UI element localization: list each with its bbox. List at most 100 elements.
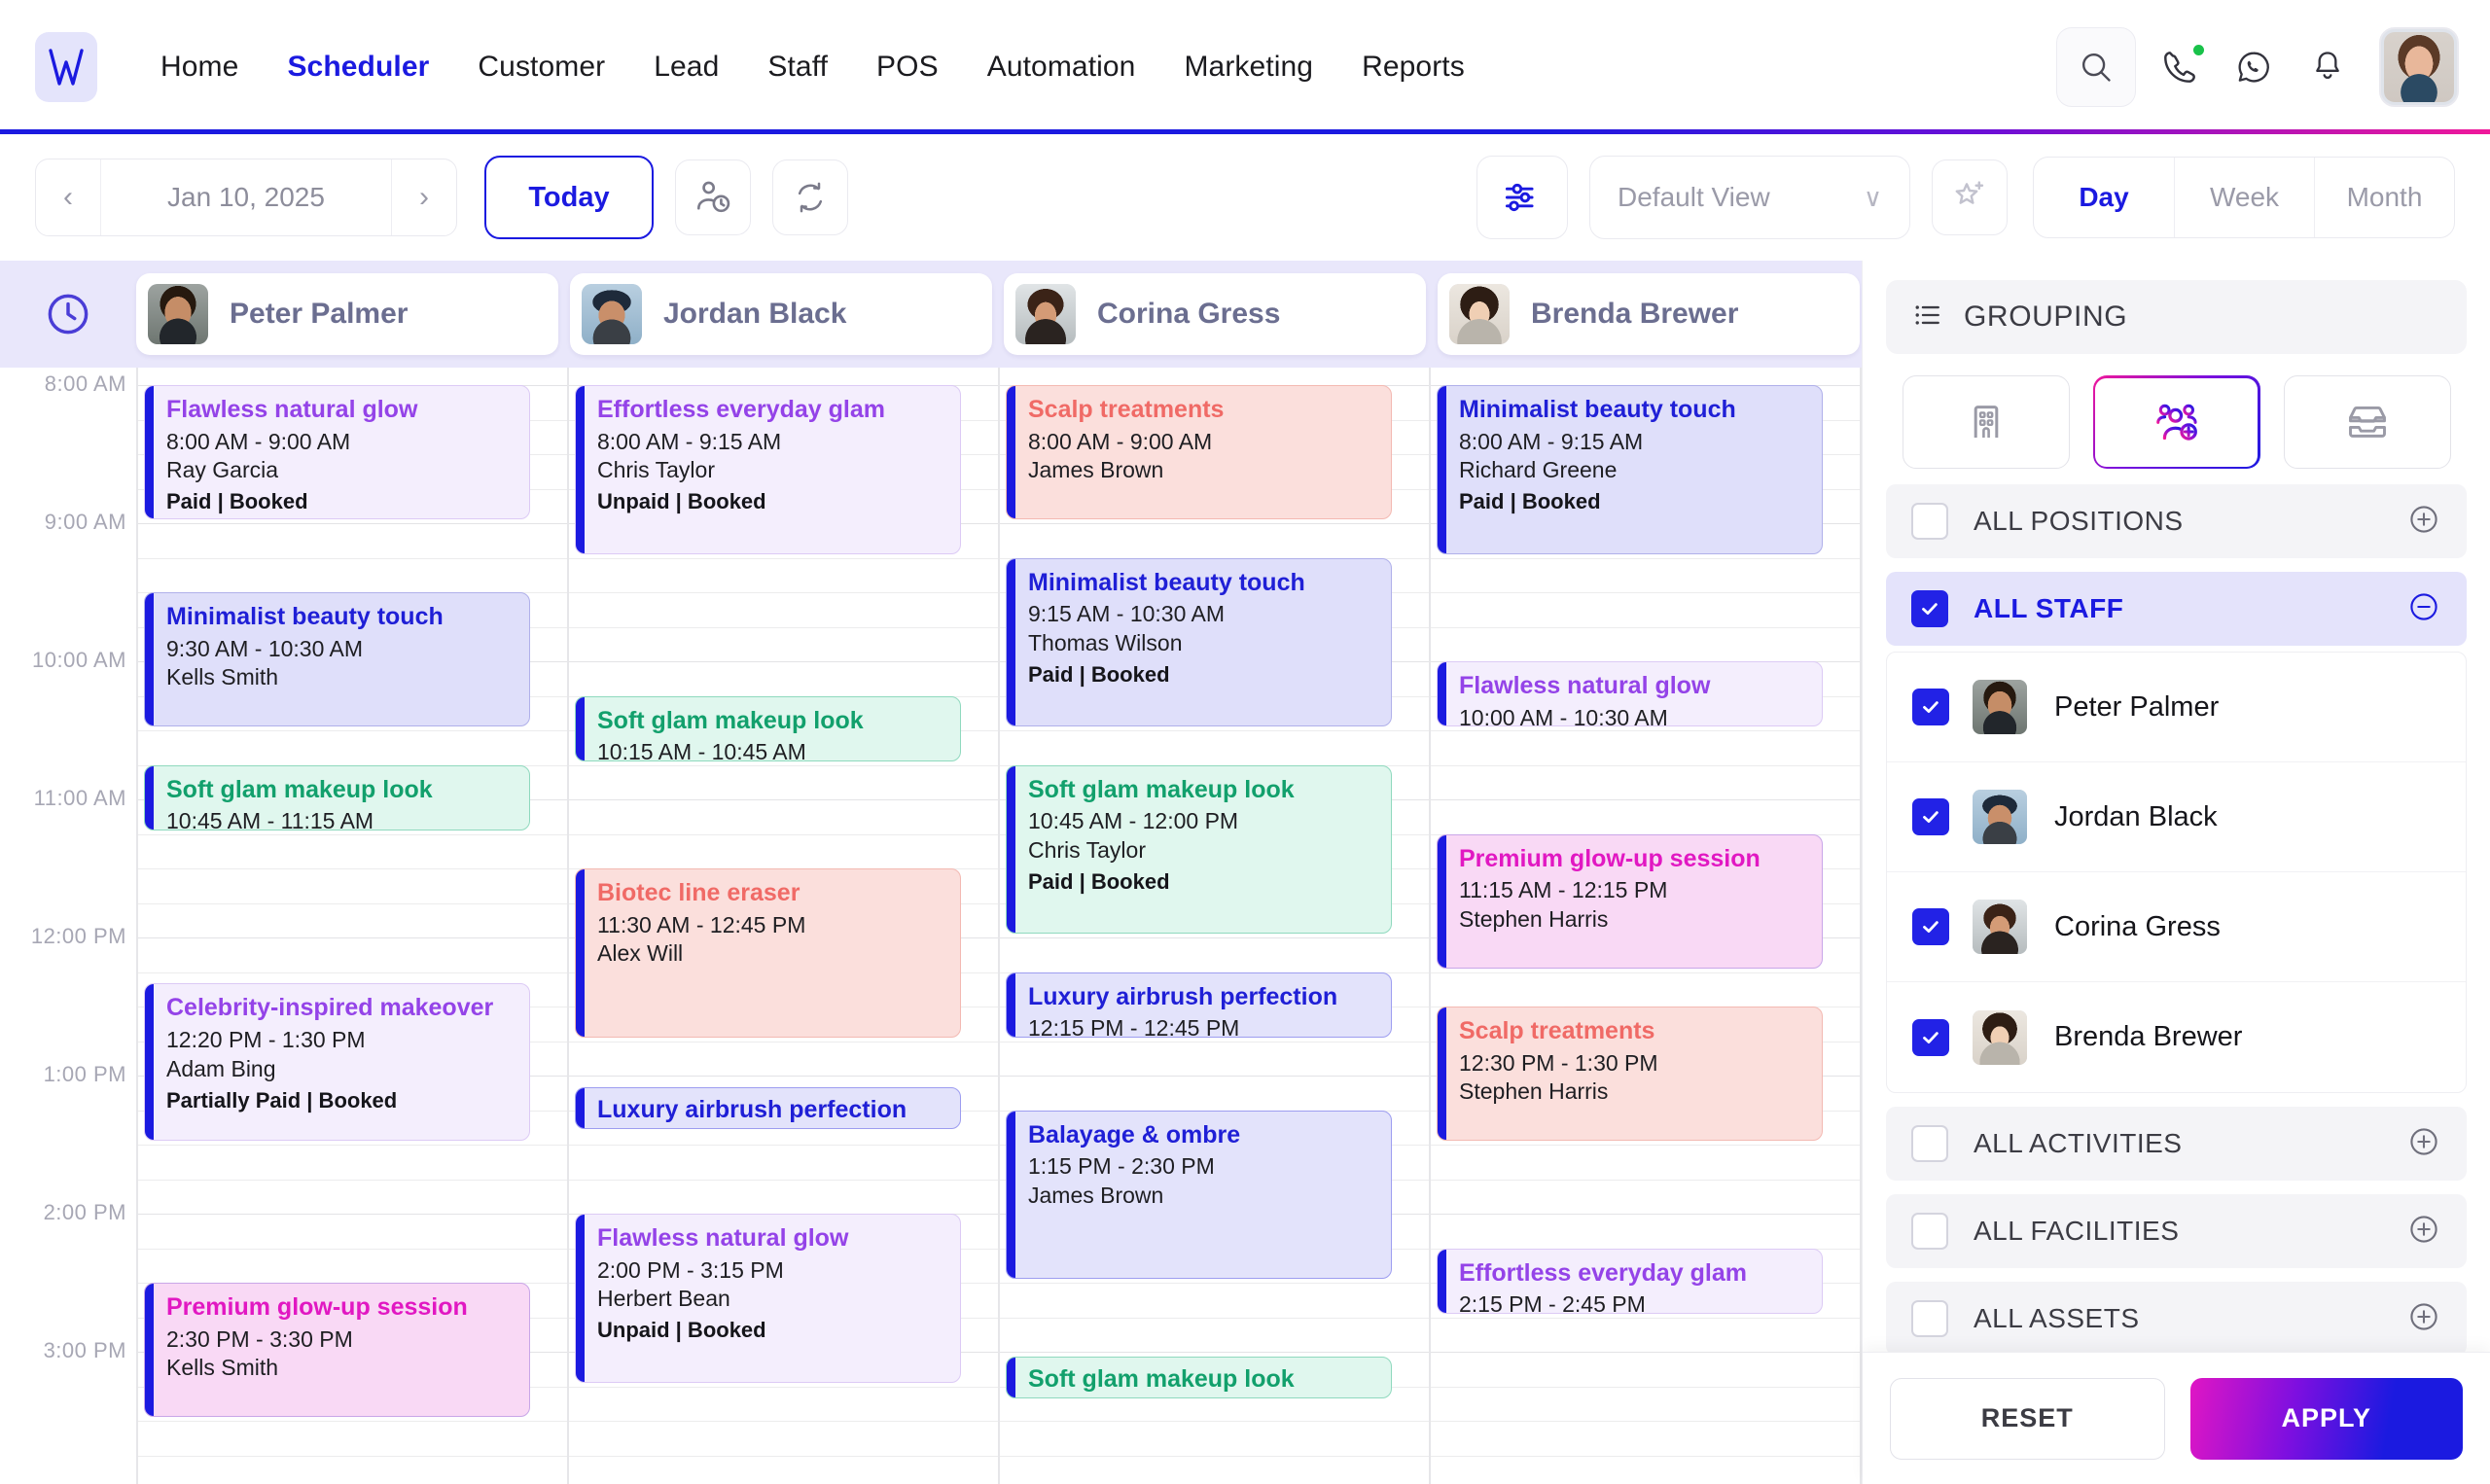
filter-row-all-facilities[interactable]: ALL FACILITIES [1886,1194,2467,1268]
search-icon[interactable] [2056,27,2136,107]
calendar-event[interactable]: Celebrity-inspired makeover 12:20 PM - 1:… [144,983,530,1141]
sliders-icon[interactable] [1476,156,1568,239]
staff-column-peter-palmer[interactable]: Peter Palmer [136,273,558,355]
calendar-event[interactable]: Flawless natural glow 8:00 AM - 9:00 AM Ra… [144,385,530,519]
column-separator [998,368,1000,1484]
calendar-event[interactable]: Luxury airbrush perfection 12:15 PM - 12:… [1006,972,1392,1038]
nav-link-home[interactable]: Home [136,51,263,84]
event-time: 2:15 PM - 2:45 PM [1459,1291,1646,1314]
app-logo[interactable] [35,32,97,102]
calendar-event[interactable]: Minimalist beauty touch 8:00 AM - 9:15 AM… [1437,385,1823,554]
calendar-event[interactable]: Effortless everyday glam 2:15 PM - 2:45 P… [1437,1248,1823,1314]
nav-link-customer[interactable]: Customer [453,51,629,84]
user-avatar[interactable] [2379,27,2459,107]
calendar-event[interactable]: Soft glam makeup look [1006,1356,1392,1399]
event-customer: James Brown [1028,457,1164,483]
calendar-event[interactable]: Premium glow-up session 11:15 AM - 12:15 … [1437,833,1823,969]
filter-label: ALL POSITIONS [1974,506,2184,536]
checkbox-all-assets[interactable] [1911,1300,1948,1337]
staff-filter-row-corina-gress[interactable]: Corina Gress [1887,872,2466,982]
expand-all-assets-icon[interactable] [2406,1299,2441,1339]
collapse-all-staff-icon[interactable] [2406,589,2441,629]
filter-row-all-activities[interactable]: ALL ACTIVITIES [1886,1107,2467,1181]
nav-link-marketing[interactable]: Marketing [1159,51,1337,84]
calendar-event[interactable]: Flawless natural glow 10:00 AM - 10:30 AM [1437,661,1823,726]
today-button[interactable]: Today [484,156,654,239]
calendar-event[interactable]: Balayage & ombre 1:15 PM - 2:30 PM James B… [1006,1110,1392,1279]
bell-icon[interactable] [2297,37,2358,97]
phone-call-icon[interactable] [2150,37,2210,97]
checkbox-all-facilities[interactable] [1911,1213,1948,1250]
calendar-grid[interactable]: 8:00 AM 9:00 AM 10:00 AM 11:00 AM 12:00 PM 1:… [0,368,1862,1484]
reset-button[interactable]: RESET [1890,1377,2165,1460]
calendar-event[interactable]: Biotec line eraser 11:30 AM - 12:45 PM Ale… [575,868,961,1038]
checkbox-brenda-brewer[interactable] [1912,1018,1949,1056]
group-by-facility-tile[interactable] [1902,375,2070,469]
next-date-button[interactable]: › [392,159,456,235]
group-by-staff-tile[interactable] [2092,375,2260,469]
calendar-event[interactable]: Soft glam makeup look 10:45 AM - 12:00 PM… [1006,764,1392,934]
refresh-icon[interactable] [772,159,848,235]
staff-column-brenda-brewer[interactable]: Brenda Brewer [1438,273,1860,355]
jordan-black-avatar [1973,790,2027,844]
event-status: Paid | Booked [1028,868,1170,894]
calendar-event[interactable]: Scalp treatments 8:00 AM - 9:00 AM James B… [1006,385,1392,519]
filter-row-all-staff[interactable]: ALL STAFF [1886,572,2467,646]
current-date-label[interactable]: Jan 10, 2025 [100,159,392,235]
event-title: Luxury airbrush perfection [1028,982,1338,1010]
view-mode-week[interactable]: Week [2174,158,2314,237]
staff-filter-row-peter-palmer[interactable]: Peter Palmer [1887,653,2466,762]
nav-link-pos[interactable]: POS [852,51,963,84]
grouping-title: GROUPING [1964,300,2128,333]
calendar-event[interactable]: Soft glam makeup look 10:15 AM - 10:45 AM [575,695,961,761]
checkbox-all-positions[interactable] [1911,503,1948,540]
checkbox-corina-gress[interactable] [1912,908,1949,945]
event-title: Minimalist beauty touch [1028,568,1305,596]
view-mode-day[interactable]: Day [2034,158,2174,237]
view-mode-month[interactable]: Month [2314,158,2454,237]
calendar-event[interactable]: Flawless natural glow 2:00 PM - 3:15 PM He… [575,1214,961,1383]
calendar-event[interactable]: Luxury airbrush perfection [575,1086,961,1130]
expand-all-activities-icon[interactable] [2406,1124,2441,1164]
nav-link-reports[interactable]: Reports [1337,51,1489,84]
staff-filter-row-jordan-black[interactable]: Jordan Black [1887,762,2466,872]
calendar-event[interactable]: Effortless everyday glam 8:00 AM - 9:15 A… [575,385,961,554]
event-time: 8:00 AM - 9:15 AM [1459,428,1644,454]
staff-name: Corina Gress [2054,910,2221,942]
event-status: Unpaid | Booked [597,489,766,514]
calendar-event[interactable]: Scalp treatments 12:30 PM - 1:30 PM Stephe… [1437,1007,1823,1141]
group-by-asset-tile[interactable] [2283,375,2451,469]
expand-all-facilities-icon[interactable] [2406,1212,2441,1252]
staff-filter-row-brenda-brewer[interactable]: Brenda Brewer [1887,982,2466,1092]
event-status: Paid | Booked [1028,661,1170,687]
hour-label: 9:00 AM [44,510,126,534]
calendar-event[interactable]: Premium glow-up session 2:30 PM - 3:30 PM… [144,1283,530,1417]
nav-link-scheduler[interactable]: Scheduler [263,51,453,84]
staff-column-jordan-black[interactable]: Jordan Black [570,273,992,355]
event-title: Minimalist beauty touch [166,603,444,630]
staff-column-corina-gress[interactable]: Corina Gress [1004,273,1426,355]
checkbox-all-activities[interactable] [1911,1125,1948,1162]
nav-link-staff[interactable]: Staff [743,51,852,84]
nav-link-automation[interactable]: Automation [963,51,1160,84]
expand-all-positions-icon[interactable] [2406,502,2441,542]
calendar-event[interactable]: Minimalist beauty touch 9:30 AM - 10:30 A… [144,592,530,726]
checkbox-jordan-black[interactable] [1912,798,1949,835]
hour-label: 2:00 PM [43,1200,126,1224]
filter-row-all-positions[interactable]: ALL POSITIONS [1886,484,2467,558]
staff-name: Brenda Brewer [2054,1021,2243,1052]
checkbox-peter-palmer[interactable] [1912,689,1949,725]
whatsapp-icon[interactable] [2223,37,2284,97]
filter-row-all-assets[interactable]: ALL ASSETS [1886,1282,2467,1353]
event-time: 10:15 AM - 10:45 AM [597,739,806,761]
calendar-event[interactable]: Minimalist beauty touch 9:15 AM - 10:30 A… [1006,557,1392,726]
avatar-image [2384,32,2454,102]
checkbox-all-staff[interactable] [1911,590,1948,627]
person-clock-icon[interactable] [675,159,751,235]
star-plus-icon[interactable] [1932,159,2008,235]
prev-date-button[interactable]: ‹ [36,159,100,235]
apply-button[interactable]: APPLY [2189,1377,2463,1460]
view-select[interactable]: Default View ∨ [1589,156,1910,239]
nav-link-lead[interactable]: Lead [629,51,743,84]
calendar-event[interactable]: Soft glam makeup look 10:45 AM - 11:15 AM [144,764,530,830]
